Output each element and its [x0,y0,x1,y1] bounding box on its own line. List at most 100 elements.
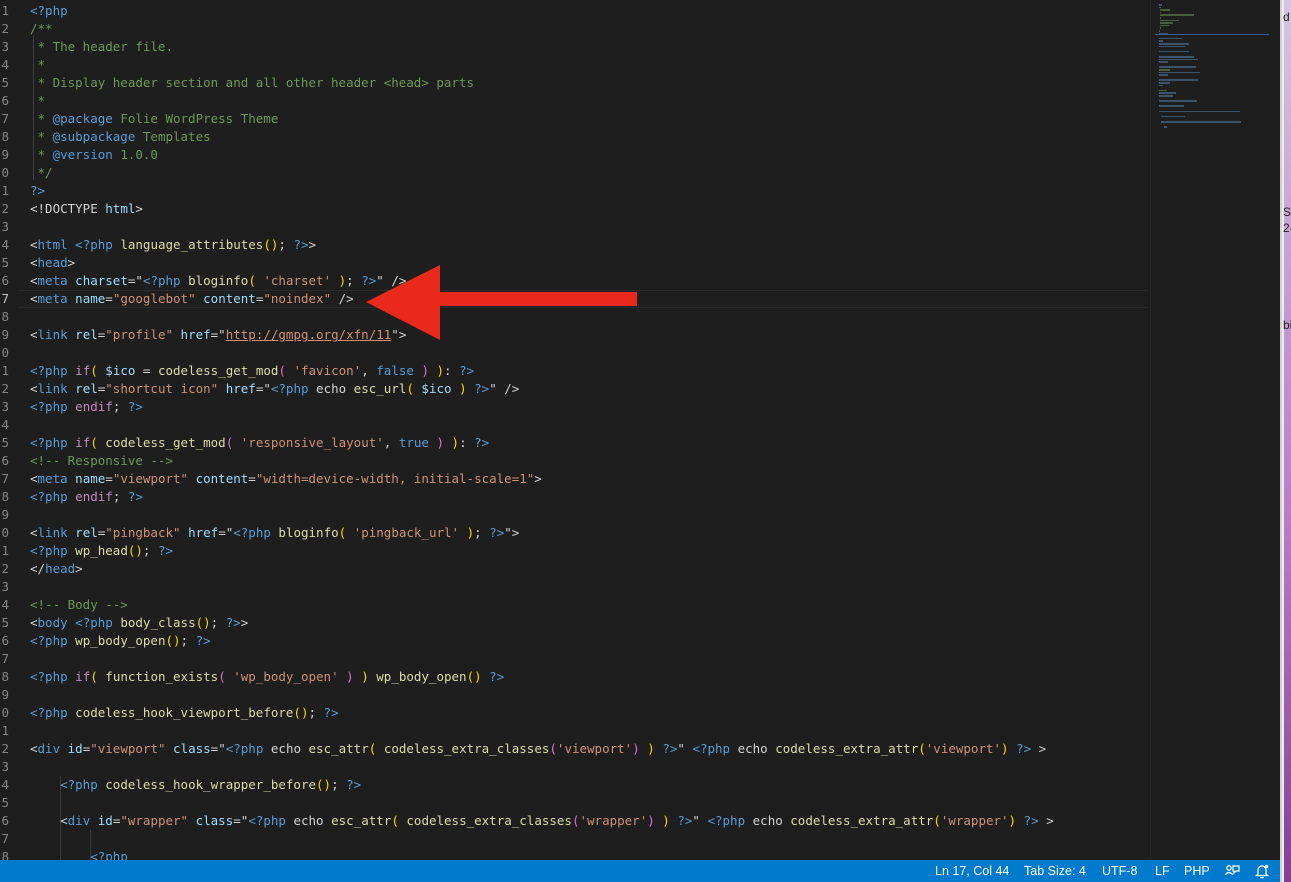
code-line[interactable]: * [30,92,46,110]
code-token: language_attributes [120,237,264,252]
code-line[interactable]: <?php codeless_hook_wrapper_before(); ?> [30,776,361,794]
line-number: 2 [1,21,9,36]
code-line[interactable]: * The header file. [30,38,173,56]
code-token: ( [391,813,399,828]
line-number: 5 [1,795,9,810]
code-token: "shortcut icon" [105,381,219,396]
code-line[interactable]: <link rel="profile" href="http://gmpg.or… [30,326,406,344]
code-token: codeless_extra_classes [406,813,572,828]
language-mode[interactable]: PHP [1184,860,1210,882]
code-line[interactable]: <body <?php body_class(); ?>> [30,614,248,632]
code-line[interactable]: */ [30,164,53,182]
code-token: ?> [225,615,241,630]
code-token: ?> [1023,813,1039,828]
code-token: ) [451,435,460,450]
minimap-line [1159,66,1196,68]
line-number: 2 [1,201,9,216]
minimap-line [1163,126,1167,128]
code-line[interactable]: <meta name="googlebot" content="noindex"… [30,290,354,308]
code-token: * [30,111,53,126]
code-line[interactable]: * @version 1.0.0 [30,146,158,164]
code-line[interactable]: * Display header section and all other h… [30,74,475,92]
code-line[interactable]: ?> [30,182,45,200]
code-line[interactable]: <div id="wrapper" class="<?php echo esc_… [30,812,1054,830]
code-token: endif [75,399,113,414]
code-line[interactable]: <?php if( $ico = codeless_get_mod( 'favi… [30,362,474,380]
code-token: 'favicon' [293,363,362,378]
code-line[interactable]: * @subpackage Templates [30,128,211,146]
code-line[interactable]: <link rel="pingback" href="<?php bloginf… [30,524,519,542]
line-ending-indicator[interactable]: LF [1155,860,1170,882]
code-token: $ico [421,381,452,396]
line-number: 8 [1,129,9,144]
code-token: head [45,561,76,576]
code-token: codeless_extra_classes [383,741,550,756]
code-token: meta [37,291,68,306]
code-token: , [383,435,399,450]
minimap-line [1159,61,1168,63]
code-line[interactable]: <meta charset="<?php bloginfo( 'charset'… [30,272,406,290]
code-token: true [398,435,429,450]
code-line[interactable]: <div id="viewport" class="<?php echo esc… [30,740,1046,758]
code-token: meta [37,273,68,288]
tab-size-indicator[interactable]: Tab Size: 4 [1024,860,1086,882]
code-token: 'charset' [263,273,332,288]
code-token: html [37,237,68,252]
minimap-slider[interactable] [1155,34,1269,35]
code-token: codeless_hook_wrapper_before [105,777,316,792]
code-token: <?php [270,381,309,396]
feedback-icon[interactable] [1224,863,1240,879]
code-token: ( [933,813,941,828]
code-line[interactable]: <?php wp_body_open(); ?> [30,632,211,650]
code-editor[interactable]: 1 2 3 4 5 6 7 8 9 0 1 2 3 4 5 6 7 8 9 0 1 2 3 4 5 6 7 8 9 0 1 2 3 4 5 6 7 8 9 0… [0,0,1280,860]
line-number: 1 [1,3,9,18]
code-line[interactable]: <!DOCTYPE html> [30,200,143,218]
code-token: <?php [142,273,181,288]
code-line[interactable]: <head> [30,254,75,272]
minimap-line [1159,4,1162,6]
code-token: echo [285,813,332,828]
code-line[interactable]: /** [30,20,53,38]
minimap-line [1159,69,1171,71]
code-line[interactable]: <?php wp_head(); ?> [30,542,173,560]
code-line[interactable]: <link rel="shortcut icon" href="<?php ec… [30,380,519,398]
code-line[interactable]: <?php endif; ?> [30,398,143,416]
code-line[interactable]: <?php codeless_hook_viewport_before(); ?… [30,704,339,722]
minimap[interactable] [1155,0,1270,130]
code-line[interactable]: * [30,56,46,74]
code-line[interactable]: <?php if( function_exists( 'wp_body_open… [30,668,504,686]
code-token: echo [308,381,354,396]
code-line[interactable]: * @package Folie WordPress Theme [30,110,279,128]
code-token: 'viewport' [556,741,633,756]
bell-icon[interactable] [1254,863,1270,879]
code-line[interactable]: <meta name="viewport" content="width=dev… [30,470,542,488]
encoding-indicator[interactable]: UTF-8 [1102,860,1137,882]
code-line[interactable]: <?php if( codeless_get_mod( 'responsive_… [30,434,489,452]
code-token: <?php [60,777,98,792]
cursor-position[interactable]: Ln 17, Col 44 [935,860,1009,882]
line-number: 4 [1,597,9,612]
code-token: < [30,327,38,342]
code-line[interactable]: <?php [30,2,68,20]
code-token: name [75,471,106,486]
code-line[interactable]: <?php endif; ?> [30,488,143,506]
line-number: 1 [1,183,9,198]
code-line[interactable]: <?php [30,848,128,860]
code-token: 'wrapper' [579,813,648,828]
code-token: "profile" [105,327,174,342]
code-line[interactable]: </head> [30,560,83,578]
code-text-area[interactable]: <?php /** * The header file. * * Display … [30,0,1150,860]
code-line[interactable]: <html <?php language_attributes(); ?>> [30,236,316,254]
code-token: () [466,669,482,684]
code-token: ( [90,435,98,450]
code-token: codeless_extra_attr [790,813,934,828]
code-line[interactable]: <!-- Body --> [30,596,128,614]
line-number: 9 [1,507,9,522]
code-line[interactable]: <!-- Responsive --> [30,452,173,470]
